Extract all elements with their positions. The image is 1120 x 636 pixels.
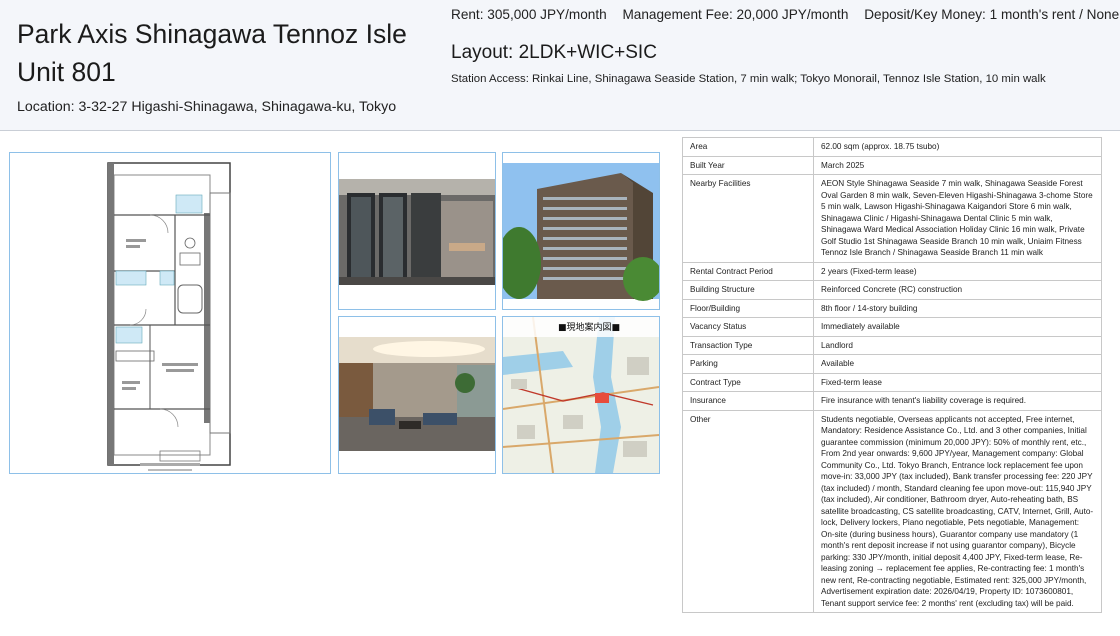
spec-value: 62.00 sqm (approx. 18.75 tsubo) [813, 137, 1102, 157]
listing-header: Park Axis Shinagawa Tennoz Isle Unit 801… [0, 0, 1120, 131]
spec-value: Reinforced Concrete (RC) construction [813, 280, 1102, 300]
property-title: Park Axis Shinagawa Tennoz Isle Unit 801 [17, 19, 407, 87]
spec-label: Transaction Type [682, 335, 814, 355]
spec-row: Nearby Facilities AEON Style Shinagawa Se… [682, 174, 1102, 263]
spec-label: Insurance [682, 391, 814, 411]
lobby-photo[interactable] [338, 316, 496, 474]
spec-row: Insurance Fire insurance with tenant's li… [682, 391, 1102, 411]
spec-label: Other [682, 409, 814, 613]
spec-label: Parking [682, 354, 814, 374]
entrance-photo-drawing [339, 153, 495, 309]
station-access: Station Access: Rinkai Line, Shinagawa S… [451, 73, 1046, 85]
deposit-value: Deposit/Key Money: 1 month's rent / None [864, 7, 1120, 22]
spec-label: Vacancy Status [682, 317, 814, 337]
spec-value: Available [813, 354, 1102, 374]
spec-value: Landlord [813, 335, 1102, 355]
price-summary: Rent: 305,000 JPY/month Management Fee: … [451, 7, 1120, 22]
property-specs-table: Area 62.00 sqm (approx. 18.75 tsubo) Built… [682, 137, 1102, 613]
spec-value: Immediately available [813, 317, 1102, 337]
spec-label: Building Structure [682, 280, 814, 300]
spec-row: Contract Type Fixed-term lease [682, 372, 1102, 392]
spec-row: Rental Contract Period 2 years (Fixed-ter… [682, 261, 1102, 281]
spec-row: Vacancy Status Immediately available [682, 317, 1102, 337]
building-photo-drawing [503, 153, 659, 309]
spec-row: Parking Available [682, 354, 1102, 374]
spec-value: Fire insurance with tenant's liability c… [813, 391, 1102, 411]
spec-value: 2 years (Fixed-term lease) [813, 261, 1102, 281]
spec-row: Built Year March 2025 [682, 155, 1102, 175]
map-label: ■現地案内図■ [558, 321, 620, 333]
spec-row: Other Students negotiable, Overseas appli… [682, 409, 1102, 613]
property-location: Location: 3-32-27 Higashi-Shinagawa, Shi… [17, 99, 397, 115]
spec-row: Building Structure Reinforced Concrete (R… [682, 280, 1102, 300]
spec-row: Transaction Type Landlord [682, 335, 1102, 355]
spec-value: Fixed-term lease [813, 372, 1102, 392]
spec-label: Area [682, 137, 814, 157]
spec-value: March 2025 [813, 155, 1102, 175]
spec-label: Nearby Facilities [682, 174, 814, 263]
spec-row: Floor/Building 8th floor / 14-story build… [682, 298, 1102, 318]
building-exterior-photo[interactable] [502, 152, 660, 310]
spec-value: 8th floor / 14-story building [813, 298, 1102, 318]
spec-value: Students negotiable, Overseas applicants… [813, 409, 1102, 613]
spec-label: Built Year [682, 155, 814, 175]
spec-label: Floor/Building [682, 298, 814, 318]
floor-plan-drawing [10, 153, 330, 473]
management-fee-value: Management Fee: 20,000 JPY/month [622, 7, 849, 22]
spec-label: Rental Contract Period [682, 261, 814, 281]
spec-row: Area 62.00 sqm (approx. 18.75 tsubo) [682, 137, 1102, 157]
lobby-photo-drawing [339, 317, 495, 473]
layout-type: Layout: 2LDK+WIC+SIC [451, 42, 657, 63]
spec-value: AEON Style Shinagawa Seaside 7 min walk,… [813, 174, 1102, 263]
entrance-photo[interactable] [338, 152, 496, 310]
rent-value: Rent: 305,000 JPY/month [451, 7, 607, 22]
spec-label: Contract Type [682, 372, 814, 392]
floor-plan-image[interactable] [9, 152, 331, 474]
area-map-image[interactable]: ■現地案内図■ [502, 316, 660, 474]
area-map-drawing: ■現地案内図■ [503, 317, 659, 473]
